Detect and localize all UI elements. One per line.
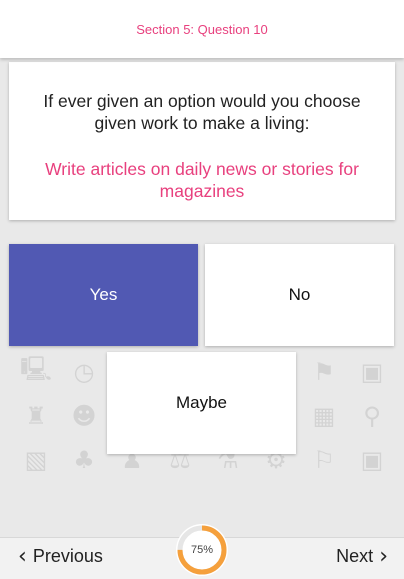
card-icon: ▣ [360,446,384,474]
answer-no-button[interactable]: No [205,244,394,346]
notebook-icon: ▧ [24,446,48,474]
question-card: If ever given an option would you choose… [9,62,395,220]
answer-yes-button[interactable]: Yes [9,244,198,346]
section-title: Section 5: Question 10 [136,21,268,37]
chevron-right-icon: › [379,543,388,569]
microscope-icon: ⚲ [363,402,381,430]
top-bar: Section 5: Question 10 [0,0,404,58]
previous-label: Previous [32,546,103,566]
question-option: Write articles on daily news or stories … [45,159,359,201]
desk-icon: ♜ [25,402,47,430]
previous-button[interactable]: ‹ Previous [18,543,103,569]
teacher-icon: ⚑ [313,358,335,386]
apple-icon: ♣ [73,446,95,474]
progress-indicator: 75% [176,524,228,576]
progress-percent: 75% [190,544,214,556]
question-text: If ever given an option would you choose… [43,91,361,133]
next-label: Next [336,546,374,566]
building-icon: ▦ [312,402,336,430]
next-button[interactable]: Next › [336,543,388,569]
head-icon: ☻ [71,402,97,430]
badge-icon: ▣ [360,358,384,386]
answer-maybe-button[interactable]: Maybe [107,352,296,454]
chevron-left-icon: ‹ [18,543,27,569]
board-icon: ⚐ [313,446,335,474]
clock-icon: ◷ [73,358,95,386]
computer-icon: 🖳 [19,354,53,383]
